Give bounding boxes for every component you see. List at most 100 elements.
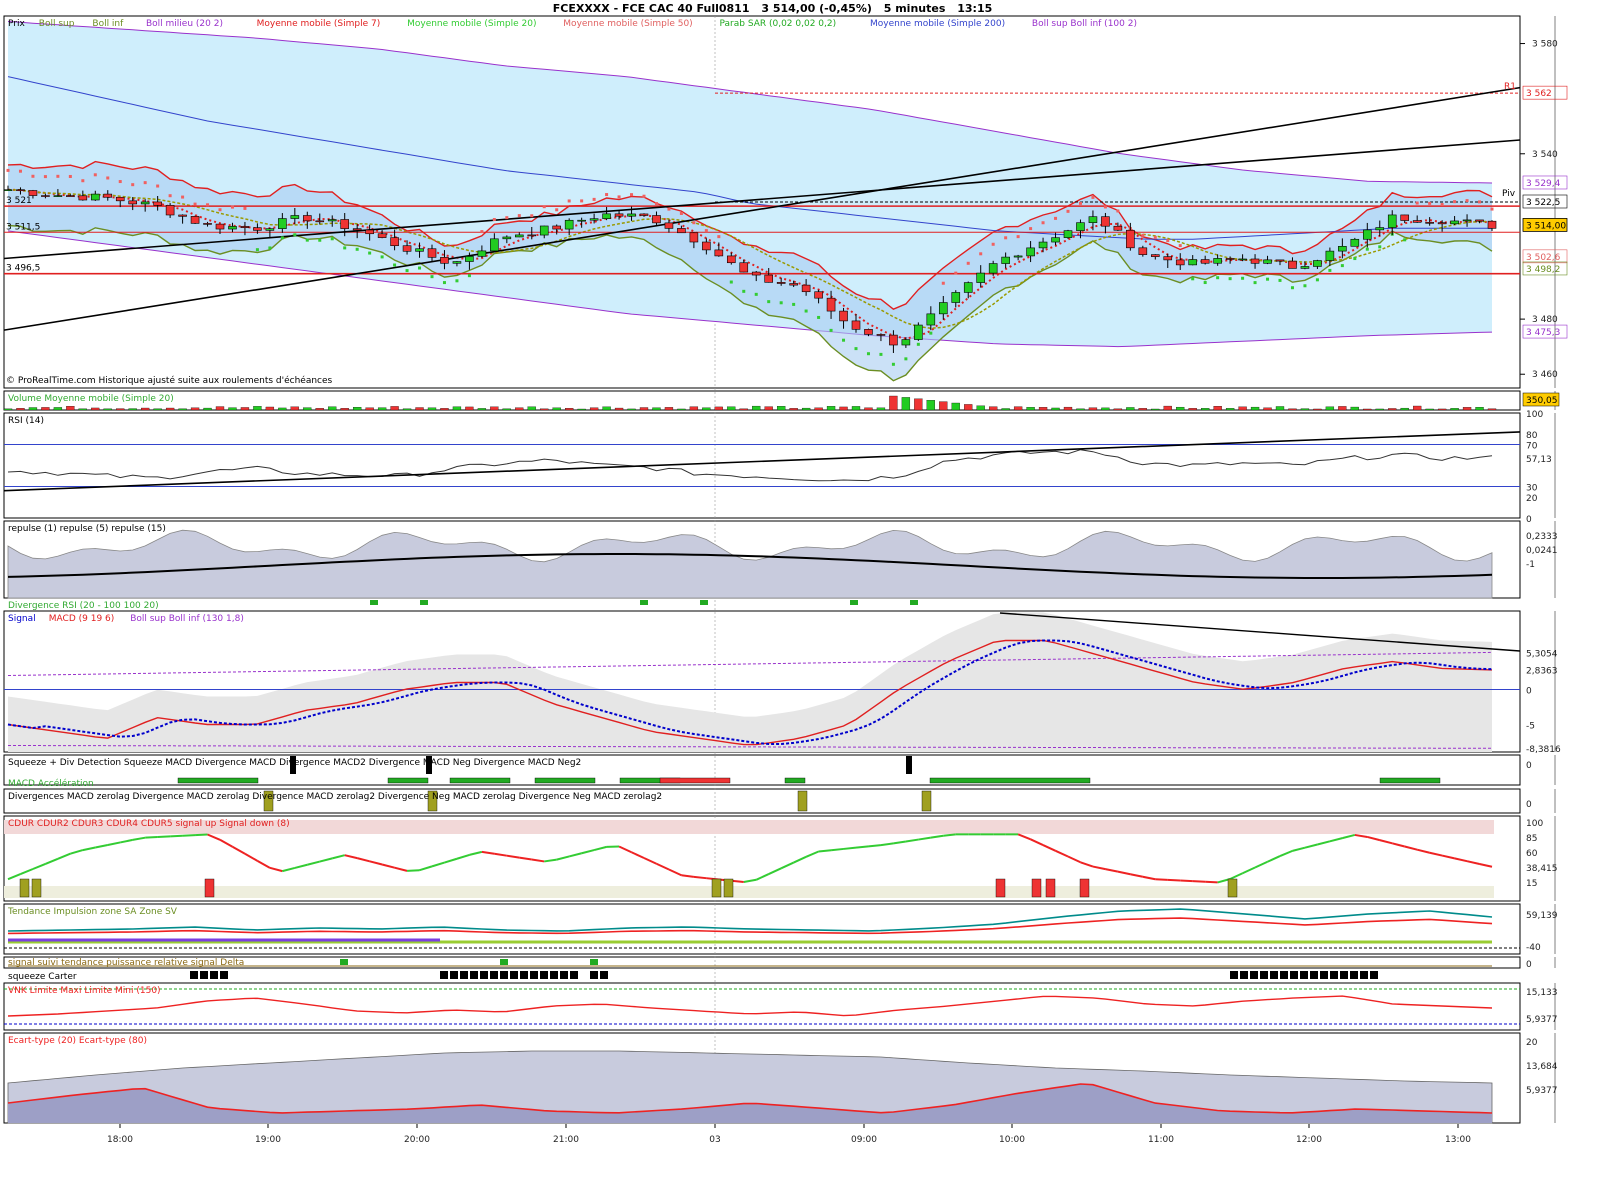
carter-block	[220, 971, 228, 979]
sar-dot	[1091, 195, 1095, 199]
cdur-segment	[145, 836, 158, 839]
candle-body	[963, 282, 973, 293]
candle-body	[452, 261, 462, 264]
rsi-tick: 57,13	[1526, 455, 1552, 465]
price-y-tick: 3 540	[1532, 150, 1558, 160]
volume-bar	[53, 407, 63, 411]
candle-body	[1088, 216, 1098, 223]
cdur-segment	[1479, 862, 1493, 868]
volume-bar	[1001, 408, 1010, 411]
candle-body	[1063, 230, 1073, 238]
cdur-segment	[356, 857, 370, 863]
candle-body	[776, 282, 786, 284]
sar-dot	[181, 195, 185, 199]
cdur-signal	[711, 878, 722, 898]
price-tag: 3 529,4	[1526, 179, 1561, 189]
price-panel[interactable]	[3, 21, 1521, 382]
candle-body	[677, 228, 686, 234]
candle-body	[1038, 241, 1048, 249]
sar-dot	[143, 181, 147, 185]
cdur-segment	[231, 845, 246, 855]
cdur-segment	[893, 840, 907, 845]
candle-body	[851, 320, 861, 330]
volume-bar	[552, 407, 561, 411]
cdur-segment	[656, 862, 670, 871]
sar-dot	[93, 173, 97, 177]
candle-body	[602, 213, 611, 219]
volume-bar	[66, 406, 75, 411]
vnk-line	[7, 995, 1493, 1017]
carter-block	[1320, 971, 1328, 979]
candle-body	[826, 297, 836, 312]
candle-body	[1175, 259, 1185, 266]
cdur-segment	[82, 846, 96, 852]
candle-body	[128, 200, 138, 205]
candle-body	[203, 223, 212, 225]
cdur-signal	[1031, 878, 1042, 898]
cdur-signal	[1227, 878, 1238, 898]
signal-marker	[590, 959, 598, 965]
sar-dot	[1478, 200, 1482, 204]
candle-body	[1013, 255, 1023, 258]
volume-bar	[752, 405, 761, 411]
tendance-tick: 59,139	[1526, 911, 1558, 921]
accel-bar	[387, 777, 429, 784]
price-legend-item: Boll milieu (20 2)	[146, 19, 223, 29]
sar-dot	[1328, 268, 1332, 272]
price-tag: 3 522,5	[1526, 198, 1560, 208]
sar-dot	[567, 199, 571, 203]
volume-bar	[1263, 407, 1272, 411]
cdur-bottom-zone	[4, 886, 1494, 898]
sar-dot	[817, 315, 821, 319]
cdur-segment	[568, 852, 582, 858]
candle-body	[1113, 225, 1123, 231]
cdur-signal	[204, 878, 215, 898]
cdur-segment	[1130, 873, 1144, 878]
cdur-segment	[344, 854, 358, 860]
volume-bar	[16, 408, 25, 411]
volume-bar	[914, 398, 923, 411]
cdur-segment	[269, 866, 283, 873]
candle-body	[789, 283, 798, 286]
chart-canvas[interactable]: 18:00 19:00 20:00 21:00 03 09:00 10:00 11:00 12:…	[0, 0, 1600, 1200]
rsi-trendline	[3, 431, 1521, 492]
sar-dot	[467, 274, 471, 278]
cdur-segment	[581, 849, 595, 855]
macd-legend-item: MACD (9 19 6)	[49, 614, 115, 624]
volume-bar	[41, 407, 50, 411]
candle-body	[165, 205, 175, 216]
cdur-signal	[19, 878, 30, 898]
divergence-marker	[420, 600, 428, 605]
volume-bar	[1338, 406, 1347, 411]
divergence-marker	[640, 600, 648, 605]
volume-bar	[340, 408, 349, 411]
cdur-segment	[431, 861, 445, 868]
sar-dot	[1490, 207, 1494, 211]
volume-bar	[864, 407, 873, 411]
accel-bar	[929, 777, 1091, 784]
candle-body	[228, 226, 237, 230]
carter-block	[570, 971, 578, 979]
sar-dot	[617, 195, 621, 199]
volume-bar	[1063, 406, 1073, 411]
volume-bar	[1413, 405, 1422, 411]
candle-body	[402, 245, 412, 252]
cdur-segment	[1180, 879, 1193, 883]
cdur-tick: 60	[1526, 849, 1538, 859]
sar-dot	[742, 289, 746, 293]
sar-dot	[442, 281, 446, 285]
candle-body	[477, 250, 487, 257]
sar-dot	[1290, 286, 1294, 290]
carter-block	[1350, 971, 1358, 979]
candle-body	[1400, 214, 1410, 221]
candle-body	[1375, 227, 1385, 231]
carter-block	[1370, 971, 1378, 979]
price-y-tick: 3 480	[1532, 315, 1558, 325]
sar-dot	[405, 269, 409, 273]
sar-dot	[168, 194, 172, 198]
candle-body	[1200, 259, 1210, 264]
carter-block	[1260, 971, 1268, 979]
volume-bar	[1462, 407, 1472, 411]
cdur-segment	[1254, 860, 1268, 869]
candle-body	[1437, 222, 1447, 225]
